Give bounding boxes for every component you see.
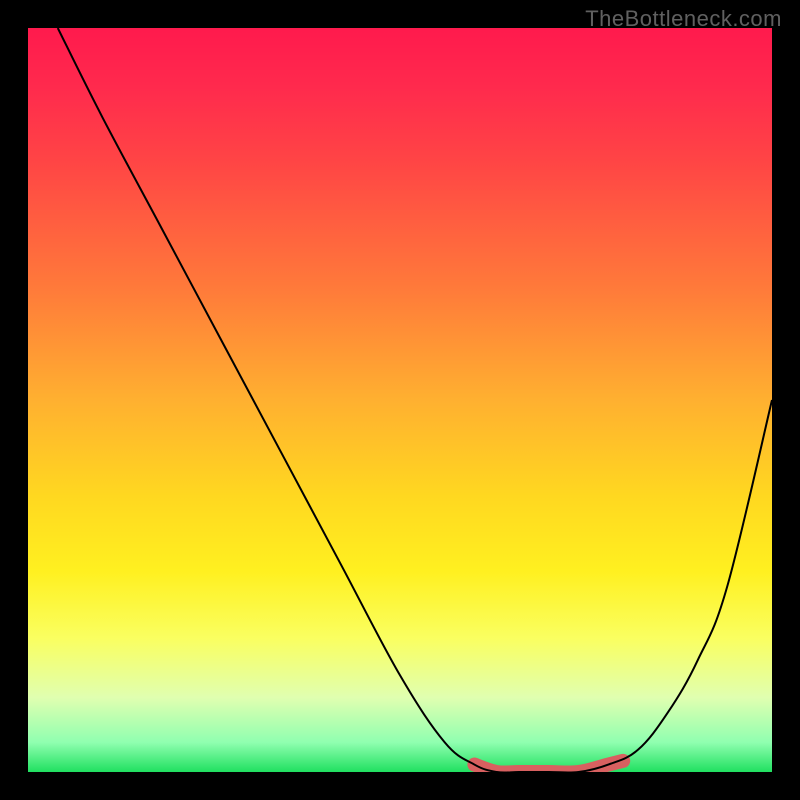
chart-plot-area [28, 28, 772, 772]
curve-line [58, 28, 772, 772]
watermark-text: TheBottleneck.com [585, 6, 782, 32]
chart-svg [28, 28, 772, 772]
